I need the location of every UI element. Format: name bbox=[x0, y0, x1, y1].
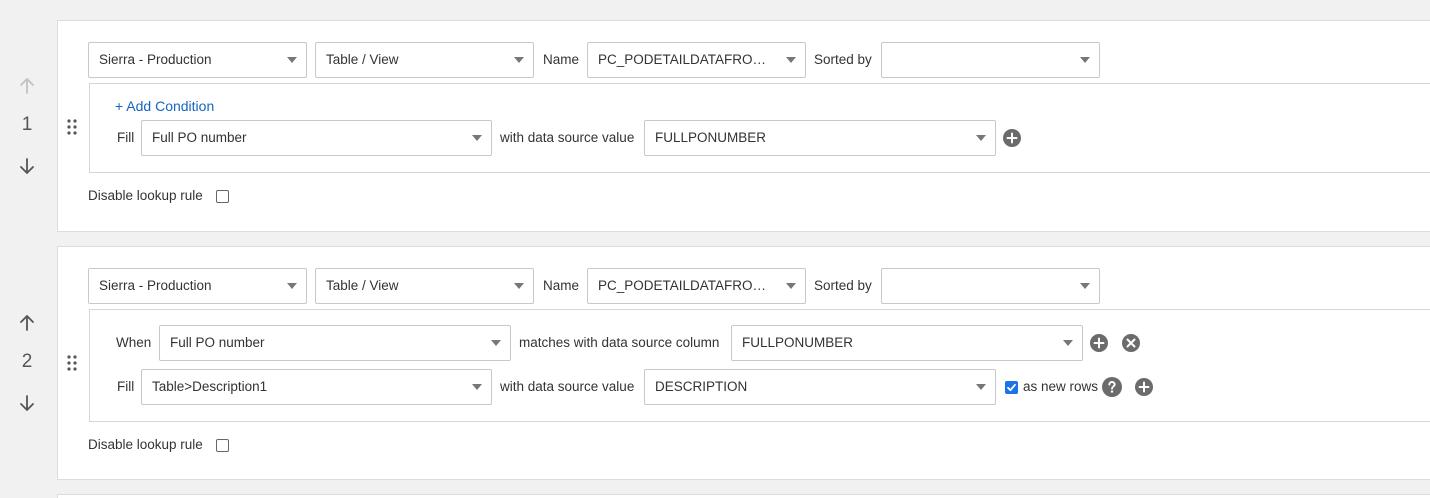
name-select[interactable]: PC_PODETAILDATAFROMBOOMI bbox=[587, 268, 806, 304]
chevron-down-icon bbox=[491, 340, 501, 346]
sorted-by-select[interactable] bbox=[881, 268, 1100, 304]
name-value: PC_PODETAILDATAFROMBOOMI bbox=[598, 278, 775, 293]
chevron-down-icon bbox=[786, 57, 796, 63]
help-icon[interactable] bbox=[1102, 377, 1122, 397]
sorted-by-label: Sorted by bbox=[814, 52, 872, 67]
chevron-down-icon bbox=[287, 57, 297, 63]
add-condition-link[interactable]: + Add Condition bbox=[115, 98, 214, 114]
name-label: Name bbox=[543, 278, 580, 293]
as-new-rows-label: as new rows bbox=[1023, 379, 1099, 394]
condition-source-column-value: FULLPONUMBER bbox=[742, 335, 854, 350]
chevron-down-icon bbox=[287, 283, 297, 289]
drag-handle-icon[interactable] bbox=[66, 354, 78, 372]
object-type-select[interactable]: Table / View bbox=[315, 42, 534, 78]
data-source-value: Sierra - Production bbox=[99, 278, 212, 293]
name-value: PC_PODETAILDATAFROMBOOMI bbox=[598, 52, 775, 67]
fill-field-select[interactable]: Full PO number bbox=[141, 120, 492, 156]
fill-field-select[interactable]: Table>Description1 bbox=[141, 369, 492, 405]
object-type-value: Table / View bbox=[326, 52, 399, 67]
chevron-down-icon bbox=[1080, 57, 1090, 63]
chevron-down-icon bbox=[472, 135, 482, 141]
rule-card: Sierra - Production Table / View Name PC… bbox=[57, 246, 1430, 480]
chevron-down-icon bbox=[514, 57, 524, 63]
sorted-by-label: Sorted by bbox=[814, 278, 872, 293]
chevron-down-icon bbox=[514, 283, 524, 289]
move-up-arrow-icon[interactable] bbox=[17, 313, 37, 333]
add-fill-icon[interactable] bbox=[1003, 129, 1021, 147]
with-data-source-value-label: with data source value bbox=[500, 130, 635, 145]
lookup-rule-2: 2 Sierra - Production Table / View Name … bbox=[0, 246, 1430, 480]
as-new-rows-checkbox[interactable] bbox=[1005, 381, 1018, 394]
disable-lookup-rule-label: Disable lookup rule bbox=[88, 437, 203, 452]
lookup-rule-1: 1 Sierra - Production Table / View Name … bbox=[0, 20, 1430, 232]
fill-source-value: DESCRIPTION bbox=[655, 379, 748, 394]
rule-card: Sierra - Production Table / View Name PC… bbox=[57, 20, 1430, 232]
data-source-value: Sierra - Production bbox=[99, 52, 212, 67]
fill-label: Fill bbox=[117, 379, 135, 394]
fill-field-value: Full PO number bbox=[152, 130, 247, 145]
chevron-down-icon bbox=[1063, 340, 1073, 346]
disable-lookup-rule-checkbox[interactable] bbox=[216, 190, 229, 203]
data-source-select[interactable]: Sierra - Production bbox=[88, 42, 307, 78]
disable-lookup-rule-checkbox[interactable] bbox=[216, 439, 229, 452]
rule-number: 1 bbox=[21, 114, 33, 135]
when-label: When bbox=[116, 335, 152, 350]
object-type-select[interactable]: Table / View bbox=[315, 268, 534, 304]
conditions-panel: When Full PO number matches with data so… bbox=[89, 309, 1430, 422]
with-data-source-value-label: with data source value bbox=[500, 379, 635, 394]
chevron-down-icon bbox=[1080, 283, 1090, 289]
chevron-down-icon bbox=[786, 283, 796, 289]
fill-source-value: FULLPONUMBER bbox=[655, 130, 767, 145]
matches-with-data-source-column-label: matches with data source column bbox=[519, 335, 720, 350]
name-label: Name bbox=[543, 52, 580, 67]
condition-source-column-select[interactable]: FULLPONUMBER bbox=[731, 325, 1083, 361]
move-up-arrow-icon bbox=[17, 76, 37, 96]
fill-label: Fill bbox=[117, 130, 135, 145]
chevron-down-icon bbox=[472, 384, 482, 390]
chevron-down-icon bbox=[976, 135, 986, 141]
data-source-select[interactable]: Sierra - Production bbox=[88, 268, 307, 304]
object-type-value: Table / View bbox=[326, 278, 399, 293]
rule-order-controls: 2 bbox=[0, 246, 56, 480]
rule-number: 2 bbox=[21, 351, 33, 372]
add-fill-icon[interactable] bbox=[1135, 378, 1153, 396]
condition-field-value: Full PO number bbox=[170, 335, 265, 350]
condition-field-select[interactable]: Full PO number bbox=[159, 325, 511, 361]
move-down-arrow-icon[interactable] bbox=[17, 393, 37, 413]
add-condition-icon[interactable] bbox=[1090, 334, 1108, 352]
drag-handle-icon[interactable] bbox=[66, 118, 78, 136]
fill-source-value-select[interactable]: FULLPONUMBER bbox=[644, 120, 996, 156]
next-rule-card-edge bbox=[57, 494, 1430, 498]
remove-condition-icon[interactable] bbox=[1122, 334, 1140, 352]
fill-field-value: Table>Description1 bbox=[152, 379, 268, 394]
rule-order-controls: 1 bbox=[0, 20, 56, 232]
move-down-arrow-icon[interactable] bbox=[17, 156, 37, 176]
fill-source-value-select[interactable]: DESCRIPTION bbox=[644, 369, 996, 405]
name-select[interactable]: PC_PODETAILDATAFROMBOOMI bbox=[587, 42, 806, 78]
sorted-by-select[interactable] bbox=[881, 42, 1100, 78]
disable-lookup-rule-label: Disable lookup rule bbox=[88, 188, 203, 203]
chevron-down-icon bbox=[976, 384, 986, 390]
conditions-panel: + Add Condition Fill Full PO number with… bbox=[89, 83, 1430, 173]
